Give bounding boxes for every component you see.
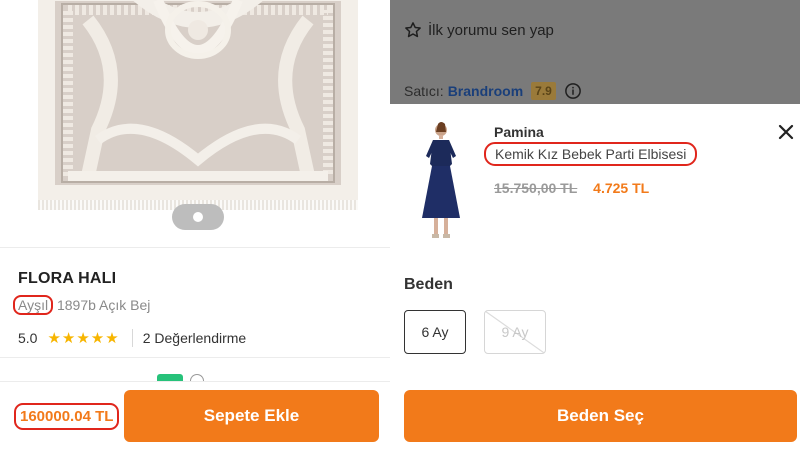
dimmed-background[interactable]: İlk yorumu sen yap Satıcı: Brandroom 7.9 xyxy=(390,0,800,104)
screenshot-root: FLORA HALI Ayşıl 1897b Açık Bej 5.0 ★★★★… xyxy=(0,0,800,450)
seller-name-link[interactable]: Brandroom xyxy=(448,83,523,99)
product-subtitle-rest: 1897b Açık Bej xyxy=(53,297,151,313)
close-icon[interactable] xyxy=(776,122,796,142)
star-outline-icon xyxy=(405,22,421,38)
old-price: 15.750,00 TL xyxy=(494,180,578,196)
divider xyxy=(0,357,390,358)
info-icon[interactable] xyxy=(564,82,582,100)
size-option-6-ay[interactable]: 6 Ay xyxy=(404,310,466,354)
product-thumbnail xyxy=(416,120,466,242)
size-select-panel: İlk yorumu sen yap Satıcı: Brandroom 7.9 xyxy=(390,0,800,450)
pager-dot-active xyxy=(193,212,203,222)
size-option-label: 9 Ay xyxy=(501,324,529,340)
size-option-9-ay-unavailable: 9 Ay xyxy=(484,310,546,354)
product-brand[interactable]: FLORA HALI xyxy=(18,270,116,288)
product-image-carousel[interactable] xyxy=(0,0,390,247)
product-detail-panel: FLORA HALI Ayşıl 1897b Açık Bej 5.0 ★★★★… xyxy=(0,0,390,450)
star-rating-icon: ★★★★★ xyxy=(47,330,120,347)
select-size-button[interactable]: Beden Seç xyxy=(404,390,797,442)
product-prices: 15.750,00 TL 4.725 TL xyxy=(494,180,649,196)
first-review-label: İlk yorumu sen yap xyxy=(428,21,554,39)
rating-row[interactable]: 5.0 ★★★★★ 2 Değerlendirme xyxy=(18,328,246,348)
product-image xyxy=(38,0,358,202)
seller-score-badge: 7.9 xyxy=(531,82,556,100)
divider xyxy=(0,381,390,382)
highlighted-word: Ayşıl xyxy=(13,295,54,315)
product-subtitle: Ayşıl 1897b Açık Bej xyxy=(13,295,151,315)
bottom-sheet: Pamina Kemik Kız Bebek Parti Elbisesi 15… xyxy=(390,104,800,450)
seller-label: Satıcı: xyxy=(404,83,444,99)
product-price: 160000.04 TL xyxy=(14,403,120,430)
size-section-title: Beden xyxy=(404,276,453,293)
product-brand: Pamina xyxy=(494,124,544,140)
discounted-price: 4.725 TL xyxy=(593,180,650,196)
size-option-label: 6 Ay xyxy=(421,324,449,340)
divider xyxy=(0,247,390,248)
first-review-link[interactable]: İlk yorumu sen yap xyxy=(404,21,554,39)
add-to-cart-button[interactable]: Sepete Ekle xyxy=(124,390,379,442)
review-count-link[interactable]: 2 Değerlendirme xyxy=(143,330,247,346)
rating-separator xyxy=(131,329,133,347)
seller-row: Satıcı: Brandroom 7.9 xyxy=(404,82,582,100)
image-pager[interactable] xyxy=(172,204,224,230)
product-name: Kemik Kız Bebek Parti Elbisesi xyxy=(484,142,698,166)
rating-value: 5.0 xyxy=(18,330,38,346)
